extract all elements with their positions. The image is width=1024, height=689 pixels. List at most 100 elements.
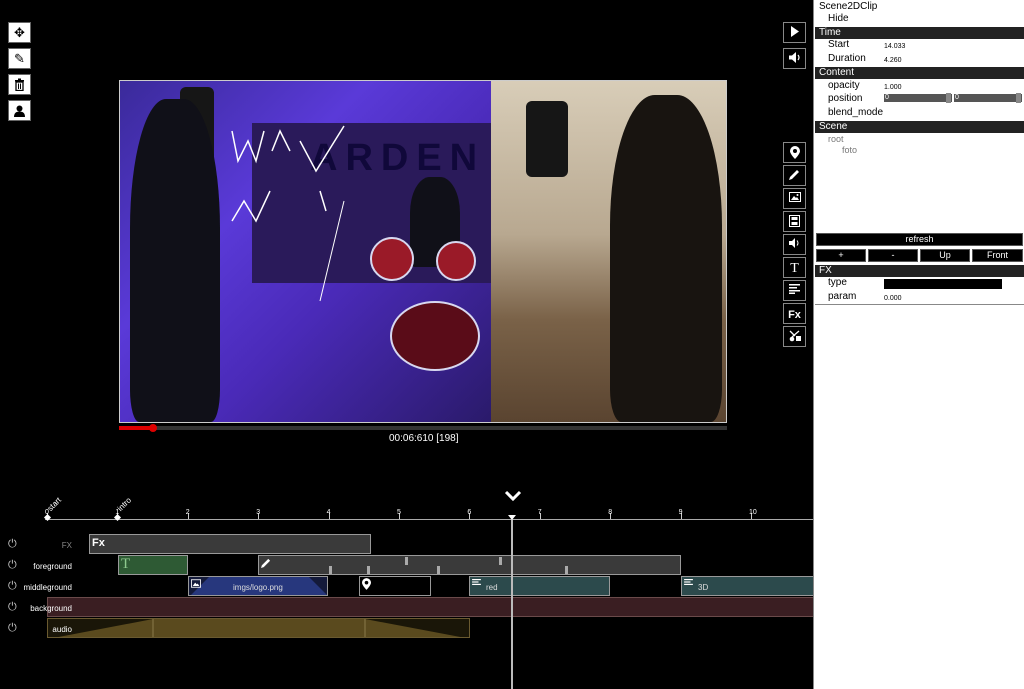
video-preview[interactable]: ARDEN [119,80,727,423]
playback-progress-knob[interactable] [149,424,158,432]
scissors-icon [789,330,801,342]
track-name: background [30,604,72,613]
timeline-ruler[interactable] [45,519,815,520]
timeline-playhead[interactable] [510,519,513,689]
fx-clip[interactable]: Fx [89,534,371,554]
blend-mode-label: blend_mode [828,107,884,118]
playback-progress-bar[interactable] [119,424,727,432]
time-section-header[interactable]: Time [815,27,1024,39]
add-text-button[interactable]: T [783,257,806,278]
track-name: FX [61,541,72,550]
paragraph-clip-red[interactable]: red [469,576,610,596]
drawing-overlay [231,125,345,302]
align-icon [472,579,481,585]
timeline-tick-label: 2 [185,509,190,516]
audio-clip-envelope [58,619,461,637]
keyframe[interactable] [565,566,568,574]
start-label: Start [828,39,850,50]
hide-button[interactable]: Hide [828,13,849,24]
scene-section-header[interactable]: Scene [815,121,1024,133]
start-value[interactable]: 14.033 [884,43,905,50]
add-location-button[interactable] [783,142,806,163]
content-section-header[interactable]: Content [815,67,1024,79]
add-fx-button[interactable]: Fx [783,303,806,324]
pencil-icon [261,558,271,568]
add-audio-button[interactable] [783,234,806,255]
move-icon: ✥ [14,25,25,40]
timeline-collapse-button[interactable] [503,489,523,503]
text-clip-label: T [121,556,131,572]
position-y-value: 0 [955,94,959,101]
duration-label: Duration [828,53,866,64]
image-icon [191,579,201,588]
add-video-button[interactable] [783,211,806,232]
play-button[interactable] [783,22,806,43]
fx-section-header[interactable]: FX [815,265,1024,277]
playback-progress-fill [119,426,154,430]
scene-tree-item[interactable]: foto [842,145,857,155]
timeline-tick-label: 5 [397,509,401,516]
timecode-display: 00:06:610 [198] [389,433,459,444]
audio-clip[interactable] [47,618,470,638]
add-image-button[interactable] [783,188,806,209]
image-icon [788,192,801,202]
scene-tree-root[interactable]: root [828,134,844,144]
volume-button[interactable] [783,48,806,69]
fx-param-value[interactable]: 0.000 [884,295,902,302]
background-clip[interactable] [47,597,815,617]
opacity-value[interactable]: 1.000 [884,84,902,91]
user-icon [14,105,25,117]
location-icon [362,578,371,590]
fx-param-label: param [828,291,857,302]
play-icon [791,26,799,37]
drawing-clip[interactable] [258,555,681,575]
location-icon [789,146,800,159]
audio-icon [789,238,799,248]
text-clip[interactable]: T [118,555,188,575]
edit-icon: ✎ [14,51,25,66]
position-y-slider[interactable]: 0 [954,93,1022,103]
edit-tool-button[interactable]: ✎ [8,48,31,69]
move-tool-button[interactable]: ✥ [8,22,31,43]
add-paragraph-button[interactable] [783,280,806,301]
bring-front-button[interactable]: Front [972,249,1023,262]
fx-icon: Fx [788,309,801,321]
film-icon [789,215,800,227]
add-transition-button[interactable] [783,326,806,347]
keyframe[interactable] [367,566,370,574]
add-drawing-button[interactable] [783,165,806,186]
opacity-label: opacity [828,80,860,91]
keyframe[interactable] [405,557,408,565]
image-clip[interactable]: imgs/logo.png [188,576,328,596]
move-up-button[interactable]: Up [920,249,970,262]
text-icon: T [790,261,799,276]
image-clip-label: imgs/logo.png [233,583,283,592]
delete-tool-button[interactable] [8,74,31,95]
keyframe[interactable] [437,566,440,574]
fx-type-label: type [828,277,847,288]
track-name: audio [52,625,72,634]
track-name: foreground [33,562,72,571]
timeline-tick-label: 10 [749,509,757,516]
position-y-knob[interactable] [1016,93,1021,103]
position-x-value: 0 [885,94,889,101]
align-icon [684,579,693,585]
remove-button[interactable]: - [868,249,918,262]
timeline-tick-label: 3 [256,509,261,516]
duration-value[interactable]: 4.260 [884,57,902,64]
user-tool-button[interactable] [8,100,31,121]
position-x-knob[interactable] [946,93,951,103]
inspector-panel: Scene2DClip Hide Time Start 14.033 Durat… [813,0,1024,689]
location-clip[interactable] [359,576,431,596]
paragraph-clip-3d[interactable]: 3D [681,576,815,596]
position-x-slider[interactable]: 0 [884,93,952,103]
add-button[interactable]: + [816,249,866,262]
refresh-button[interactable]: refresh [816,233,1023,246]
timeline-playhead-cap[interactable] [507,515,516,520]
keyframe[interactable] [329,566,332,574]
fx-type-select[interactable] [884,279,1002,289]
fx-clip-label: Fx [92,537,105,549]
trash-icon [15,78,24,92]
paragraph-clip-3d-label: 3D [698,583,709,592]
keyframe[interactable] [499,557,502,565]
